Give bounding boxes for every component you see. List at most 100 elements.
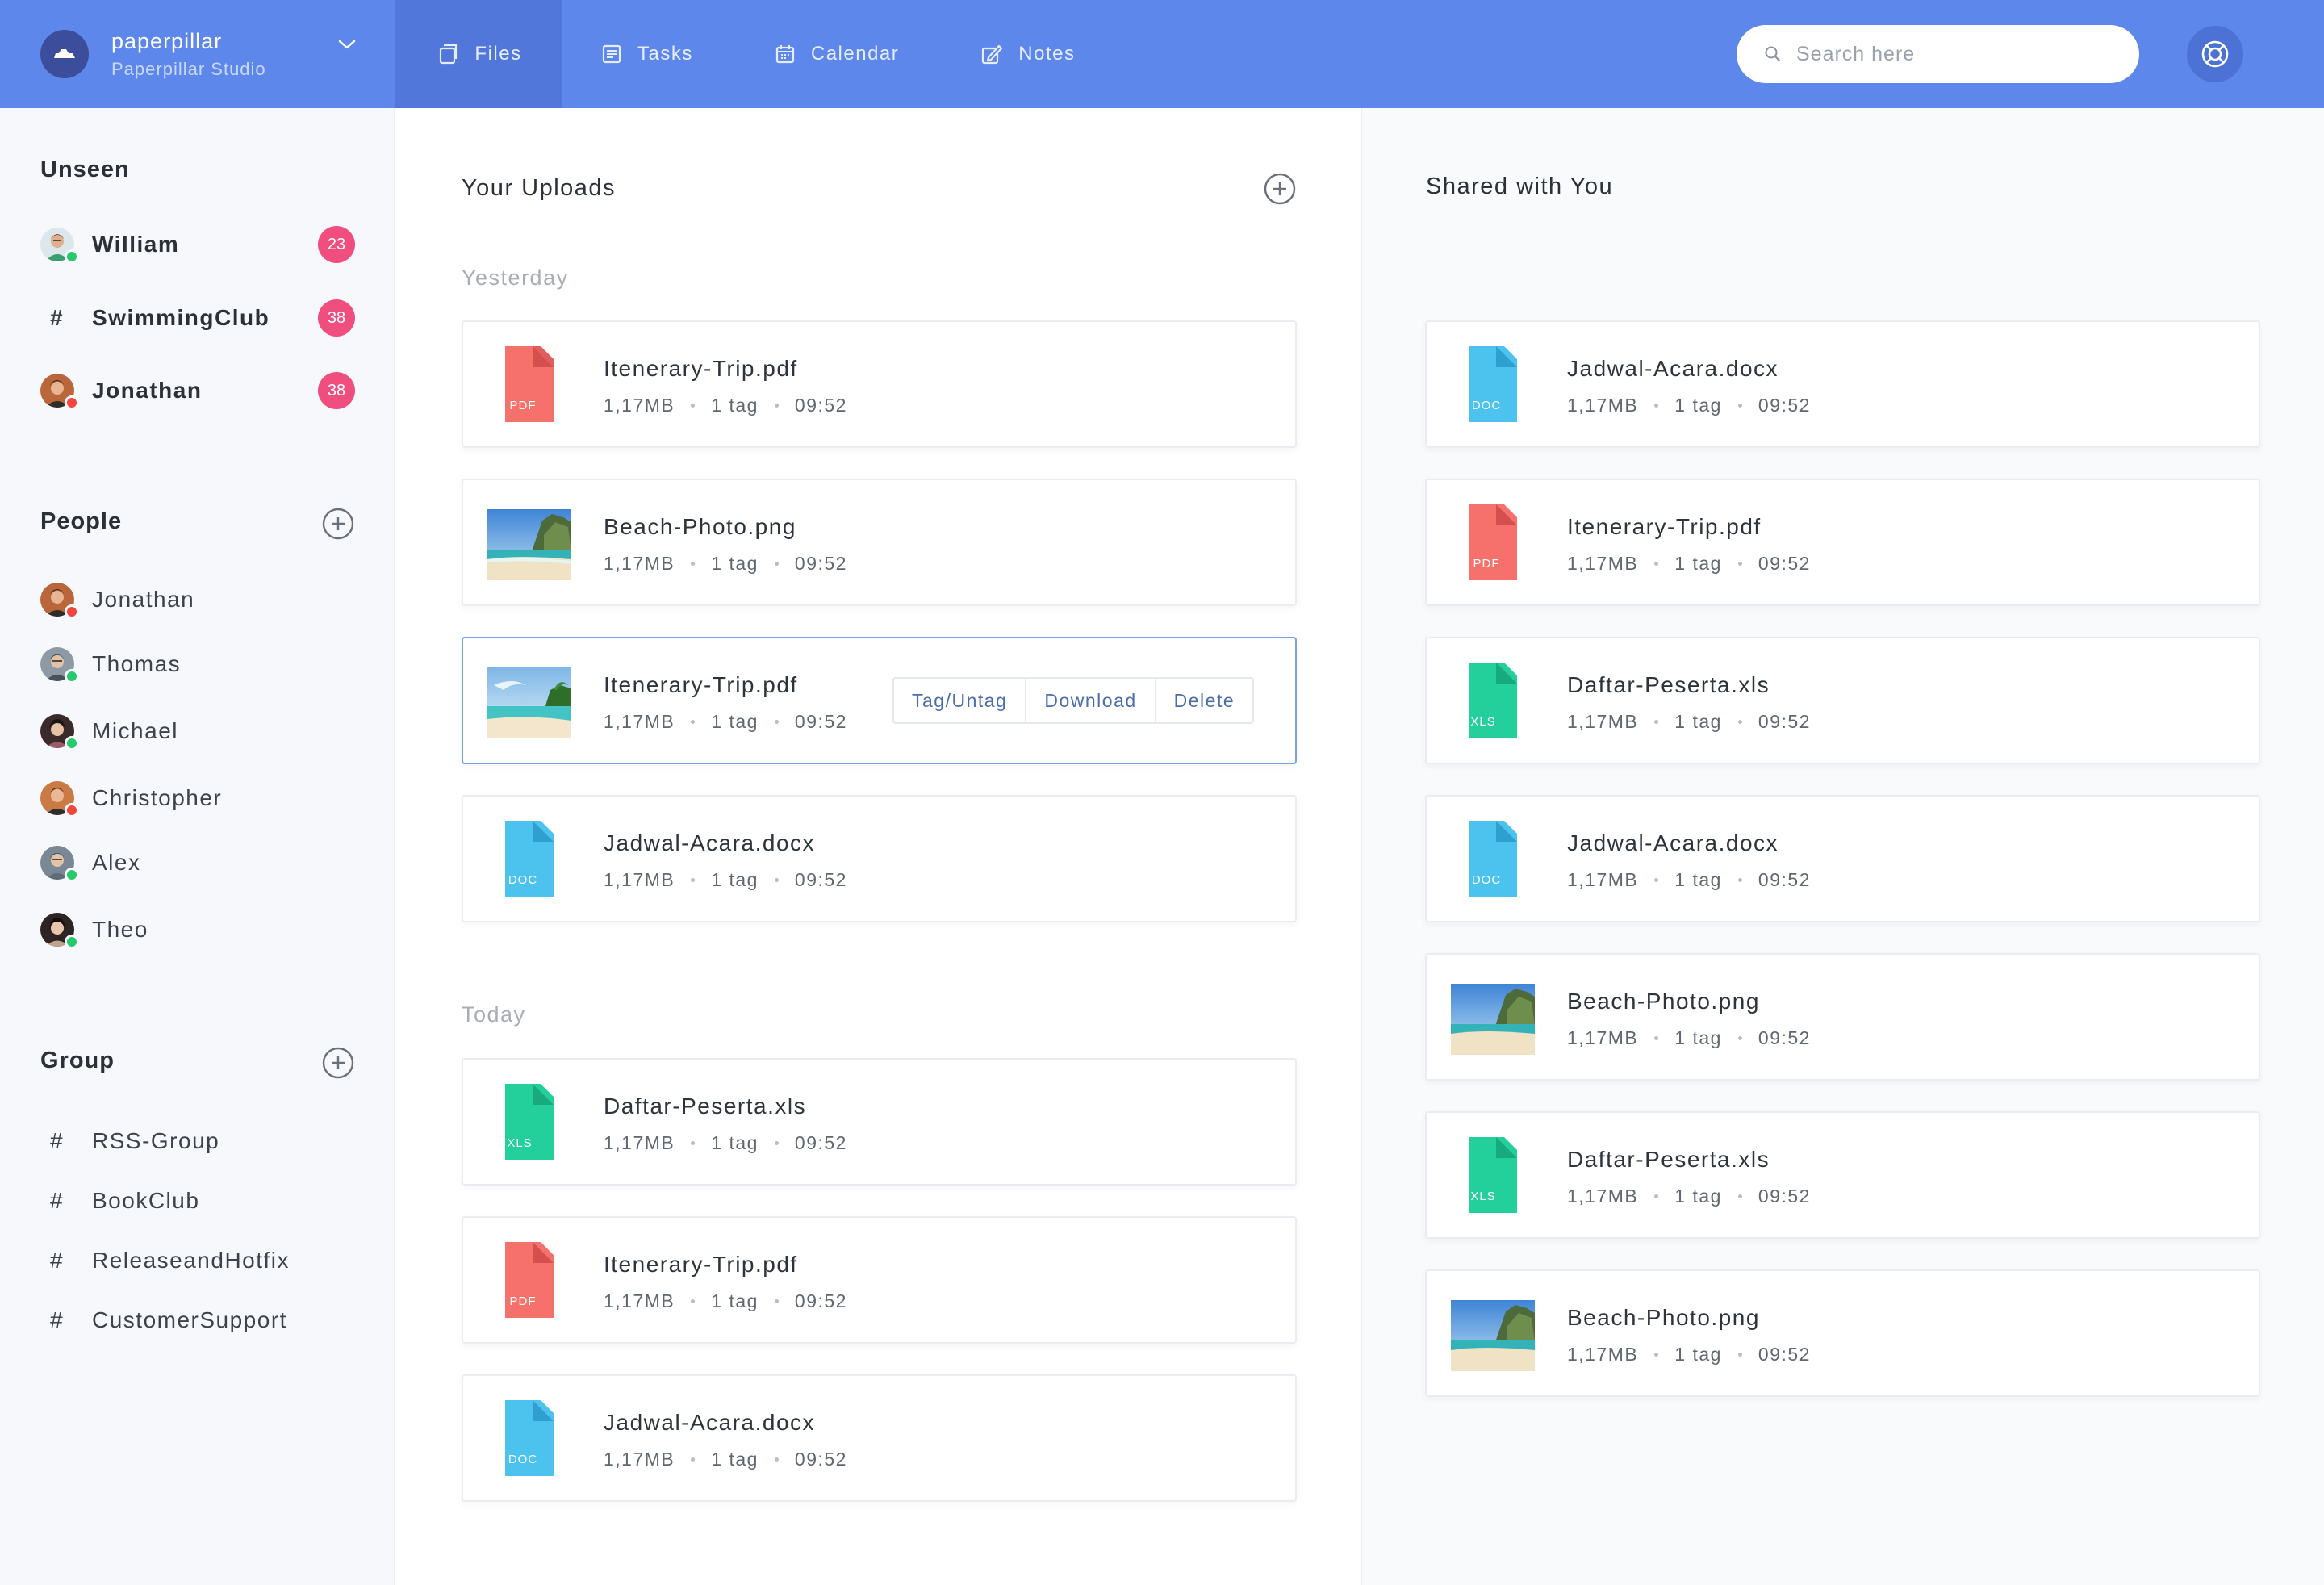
avatar	[40, 647, 79, 684]
file-size: 1,17MB	[604, 869, 675, 890]
file-card-selected[interactable]: Itenerary-Trip.pdf 1,17MB 1 tag 09:52 Ta…	[462, 637, 1297, 764]
svg-text:PDF: PDF	[510, 399, 537, 412]
person-item-christopher[interactable]: Christopher	[40, 776, 363, 820]
tab-files[interactable]: Files	[395, 0, 562, 108]
file-card[interactable]: PDF Itenerary-Trip.pdf 1,17MB 1 tag 09:5…	[462, 1216, 1297, 1344]
download-button[interactable]: Download	[1025, 679, 1154, 722]
avatar	[40, 228, 79, 264]
beach-photo-thumbnail	[487, 509, 571, 580]
person-name: Michael	[92, 718, 178, 743]
hash-icon: #	[50, 1248, 63, 1273]
file-time: 09:52	[1758, 1027, 1811, 1048]
shared-file-card[interactable]: DOC Jadwal-Acara.docx 1,17MB 1 tag 09:52	[1425, 320, 2260, 448]
file-name: Jadwal-Acara.docx	[1567, 356, 1779, 381]
file-size: 1,17MB	[604, 711, 675, 732]
xls-file-icon: XLS	[1469, 1137, 1517, 1213]
tab-calendar[interactable]: Calendar	[774, 0, 899, 108]
busy-status-dot	[65, 604, 79, 619]
file-card[interactable]: Beach-Photo.png 1,17MB 1 tag 09:52	[462, 479, 1297, 606]
xls-file-icon: XLS	[505, 1084, 554, 1160]
file-card[interactable]: XLS Daftar-Peserta.xls 1,17MB 1 tag 09:5…	[462, 1058, 1297, 1186]
avatar	[40, 714, 79, 751]
notes-icon	[982, 44, 1003, 65]
workspace-name: paperpillar	[111, 28, 223, 53]
shared-file-card[interactable]: DOC Jadwal-Acara.docx 1,17MB 1 tag 09:52	[1425, 795, 2260, 922]
hash-icon: #	[50, 1307, 63, 1332]
file-size: 1,17MB	[1567, 1186, 1639, 1207]
tab-calendar-label: Calendar	[810, 43, 900, 65]
online-status-dot	[65, 249, 79, 264]
file-name: Daftar-Peserta.xls	[1567, 1147, 1770, 1172]
online-status-dot	[65, 736, 79, 751]
file-time: 09:52	[794, 711, 847, 732]
file-card[interactable]: DOC Jadwal-Acara.docx 1,17MB 1 tag 09:52	[462, 1374, 1297, 1502]
person-item-alex[interactable]: Alex	[40, 841, 363, 885]
add-group-icon[interactable]	[321, 1046, 355, 1080]
add-upload-icon[interactable]	[1263, 172, 1297, 206]
uploads-title: Your Uploads	[462, 175, 617, 201]
search-icon	[1765, 46, 1781, 62]
shared-file-card[interactable]: XLS Daftar-Peserta.xls 1,17MB 1 tag 09:5…	[1425, 637, 2260, 764]
tag-untag-button[interactable]: Tag/Untag	[894, 679, 1025, 722]
unseen-heading: Unseen	[40, 157, 130, 182]
search-bar	[1737, 25, 2139, 83]
shared-file-card[interactable]: PDF Itenerary-Trip.pdf 1,17MB 1 tag 09:5…	[1425, 479, 2260, 606]
search-input[interactable]	[1796, 42, 2103, 66]
file-size: 1,17MB	[1567, 395, 1639, 416]
unread-badge: 23	[318, 226, 355, 263]
avatar	[40, 583, 79, 619]
person-item-michael[interactable]: Michael	[40, 709, 363, 753]
hash-icon: #	[50, 305, 63, 330]
yesterday-label: Yesterday	[462, 266, 569, 290]
group-heading: Group	[40, 1048, 115, 1073]
main-nav: Files Tasks Calendar Notes	[395, 0, 1075, 108]
file-name: Itenerary-Trip.pdf	[1567, 514, 1762, 539]
group-item-bookclub[interactable]: # BookClub	[40, 1179, 363, 1223]
file-tags: 1 tag	[711, 1290, 759, 1311]
person-item-jonathan[interactable]: Jonathan	[40, 578, 363, 621]
group-item-releaseandhotfix[interactable]: # ReleaseandHotfix	[40, 1239, 363, 1282]
chevron-down-icon[interactable]	[337, 39, 357, 50]
file-meta: 1,17MB 1 tag 09:52	[604, 869, 847, 891]
group-item-customersupport[interactable]: # CustomerSupport	[40, 1299, 363, 1342]
shared-file-card[interactable]: Beach-Photo.png 1,17MB 1 tag 09:52	[1425, 1269, 2260, 1397]
tab-notes-label: Notes	[1018, 43, 1076, 65]
file-size: 1,17MB	[604, 395, 675, 416]
person-item-theo[interactable]: Theo	[40, 908, 363, 951]
file-name: Jadwal-Acara.docx	[604, 830, 816, 855]
file-name: Jadwal-Acara.docx	[604, 1410, 816, 1435]
group-item-rss-group[interactable]: # RSS-Group	[40, 1119, 363, 1163]
file-tags: 1 tag	[711, 1132, 759, 1153]
file-time: 09:52	[794, 1290, 847, 1311]
avatar	[40, 846, 79, 882]
person-item-thomas[interactable]: Thomas	[40, 642, 363, 686]
file-meta: 1,17MB 1 tag 09:52	[1567, 553, 1811, 575]
shared-file-card[interactable]: Beach-Photo.png 1,17MB 1 tag 09:52	[1425, 953, 2260, 1081]
file-card[interactable]: DOC Jadwal-Acara.docx 1,17MB 1 tag 09:52	[462, 795, 1297, 922]
unseen-item-william[interactable]: William 23	[40, 223, 363, 266]
unseen-item-swimmingclub[interactable]: # SwimmingClub 38	[40, 296, 363, 340]
svg-text:DOC: DOC	[1472, 399, 1501, 412]
online-status-dot	[65, 868, 79, 882]
group-name: CustomerSupport	[92, 1307, 287, 1332]
file-name: Itenerary-Trip.pdf	[604, 1252, 798, 1277]
workspace-switcher[interactable]: paperpillar Paperpillar Studio	[0, 0, 395, 108]
add-person-icon[interactable]	[321, 507, 355, 541]
file-card[interactable]: PDF Itenerary-Trip.pdf 1,17MB 1 tag 09:5…	[462, 320, 1297, 448]
file-meta: 1,17MB 1 tag 09:52	[604, 553, 847, 575]
person-name: Theo	[92, 917, 148, 942]
group-name: BookClub	[92, 1188, 200, 1213]
tab-notes[interactable]: Notes	[980, 0, 1075, 108]
delete-button[interactable]: Delete	[1154, 679, 1252, 722]
tab-tasks[interactable]: Tasks	[600, 0, 693, 108]
unseen-item-jonathan[interactable]: Jonathan 38	[40, 369, 363, 412]
busy-status-dot	[65, 395, 79, 410]
shared-file-card[interactable]: XLS Daftar-Peserta.xls 1,17MB 1 tag 09:5…	[1425, 1111, 2260, 1239]
file-meta: 1,17MB 1 tag 09:52	[1567, 1027, 1811, 1049]
help-button[interactable]	[2187, 26, 2243, 82]
file-meta: 1,17MB 1 tag 09:52	[604, 711, 847, 733]
workspace-subtitle: Paperpillar Studio	[111, 58, 266, 79]
file-time: 09:52	[794, 1449, 847, 1470]
unseen-name: Jonathan	[92, 378, 203, 403]
file-size: 1,17MB	[604, 1449, 675, 1470]
